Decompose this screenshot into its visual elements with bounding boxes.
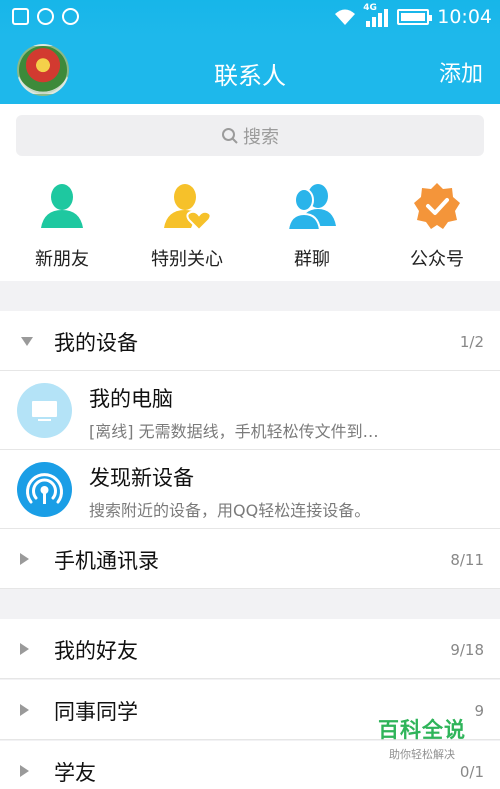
battery-icon <box>397 9 433 25</box>
chevron-right-icon <box>20 553 29 565</box>
group-name: 手机通讯录 <box>54 549 159 573</box>
quick-item-special-care[interactable]: 特别关心 <box>132 180 242 271</box>
group-count: 0/1 <box>459 763 484 781</box>
badge-check-icon <box>411 180 463 232</box>
section-divider <box>0 281 500 311</box>
quick-item-new-friends[interactable]: 新朋友 <box>7 180 117 271</box>
network-type: 4G <box>363 3 377 13</box>
group-count: 9 <box>474 702 484 720</box>
quick-item-official-accounts[interactable]: 公众号 <box>382 180 492 271</box>
search-placeholder: 搜索 <box>243 126 279 148</box>
wifi-icon <box>333 7 357 27</box>
device-title: 发现新设备 <box>89 466 194 490</box>
watermark-subtitle: 助你轻松解决 <box>389 748 455 761</box>
group-my-friends[interactable]: 我的好友 9/18 <box>0 619 500 679</box>
group-my-devices[interactable]: 我的设备 1/2 <box>0 311 500 371</box>
watermark: 百科全说 助你轻松解决 <box>378 714 466 762</box>
search-section: 搜索 <box>0 104 500 166</box>
sync-notification-icon <box>37 8 54 25</box>
quick-item-label: 特别关心 <box>151 249 223 270</box>
chevron-right-icon <box>20 704 29 716</box>
watermark-title: 百科全说 <box>378 718 466 742</box>
device-my-computer[interactable]: 我的电脑 [离线] 无需数据线，手机轻松传文件到… <box>0 371 500 450</box>
quick-item-label: 群聊 <box>294 249 330 270</box>
device-subtitle: 搜索附近的设备，用QQ轻松连接设备。 <box>89 501 371 520</box>
add-button[interactable]: 添加 <box>439 56 483 88</box>
app-header: 联系人 添加 <box>0 37 500 104</box>
quick-entries: 新朋友 特别关心 群聊 公众号 <box>0 166 500 281</box>
search-icon <box>222 127 238 144</box>
section-divider <box>0 590 500 619</box>
group-name: 学友 <box>54 761 96 785</box>
radar-icon <box>17 462 72 517</box>
signal-icon: 4G <box>363 3 389 27</box>
status-bar: 4G 10:04 <box>0 0 500 37</box>
search-input[interactable]: 搜索 <box>16 115 484 156</box>
group-name: 同事同学 <box>54 700 138 724</box>
group-count: 9/18 <box>450 641 484 659</box>
heart-person-icon <box>161 180 213 232</box>
person-icon <box>36 180 88 232</box>
group-count: 1/2 <box>459 333 484 351</box>
quick-item-label: 新朋友 <box>35 249 89 270</box>
group-phone-contacts[interactable]: 手机通讯录 8/11 <box>0 529 500 589</box>
gallery-notification-icon <box>12 8 29 25</box>
device-subtitle: [离线] 无需数据线，手机轻松传文件到… <box>89 422 379 441</box>
chevron-right-icon <box>20 643 29 655</box>
status-time: 10:04 <box>437 6 492 28</box>
chevron-right-icon <box>20 765 29 777</box>
group-name: 我的好友 <box>54 639 138 663</box>
computer-icon <box>17 383 72 438</box>
group-name: 我的设备 <box>54 331 138 355</box>
device-title: 我的电脑 <box>89 387 173 411</box>
device-discover-new[interactable]: 发现新设备 搜索附近的设备，用QQ轻松连接设备。 <box>0 450 500 529</box>
qq-notification-icon <box>62 8 79 25</box>
chevron-down-icon <box>21 337 33 346</box>
page-title: 联系人 <box>214 62 286 90</box>
group-count: 8/11 <box>450 551 484 569</box>
group-icon <box>286 180 338 232</box>
quick-item-label: 公众号 <box>410 249 464 270</box>
quick-item-group-chat[interactable]: 群聊 <box>257 180 367 271</box>
